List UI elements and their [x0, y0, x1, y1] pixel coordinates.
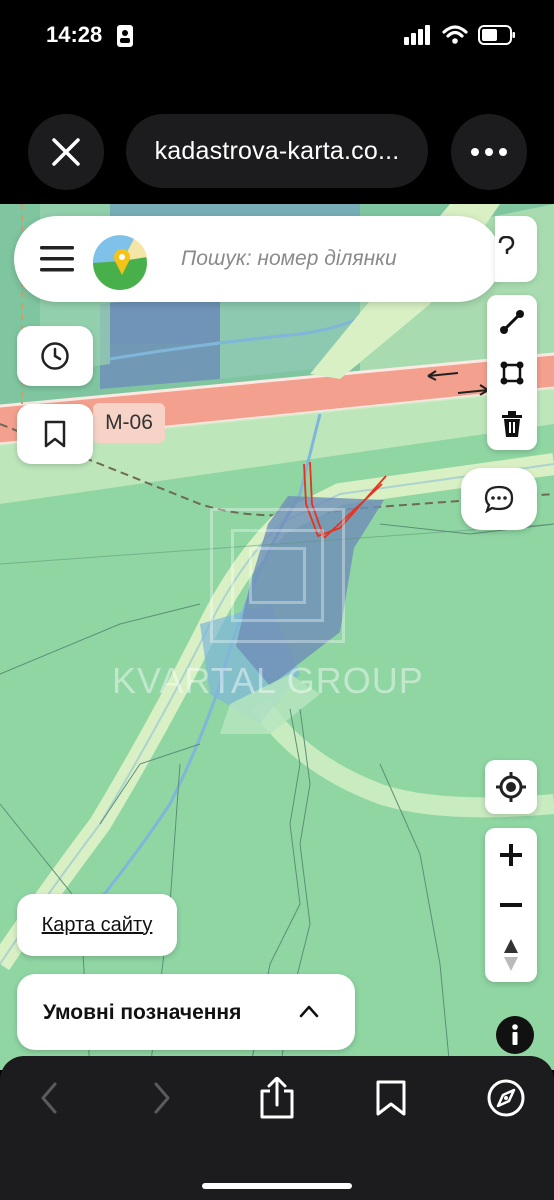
- url-text: kadastrova-karta.co...: [154, 136, 400, 165]
- share-icon: [260, 1077, 294, 1119]
- bookmark-button[interactable]: [17, 404, 93, 464]
- compass-icon: [504, 939, 518, 971]
- bookmarks-button[interactable]: [369, 1076, 413, 1120]
- id-card-icon: [117, 25, 133, 47]
- wifi-icon: [442, 25, 468, 44]
- legend-toggle[interactable]: Умовні позначення: [17, 974, 355, 1050]
- bookmarks-icon: [376, 1080, 406, 1116]
- app-logo-icon: [92, 235, 147, 290]
- url-field[interactable]: kadastrova-karta.co...: [126, 114, 428, 188]
- line-tool-icon: [500, 310, 524, 334]
- zoom-in-button[interactable]: [485, 830, 537, 880]
- status-bar: 14:28: [0, 0, 554, 74]
- legend-label: Умовні позначення: [43, 1001, 242, 1024]
- safari-compass-icon: [487, 1079, 525, 1117]
- clock-icon: [41, 342, 69, 370]
- close-icon: [52, 138, 80, 166]
- delete-tool-button[interactable]: [487, 399, 537, 449]
- more-button[interactable]: [451, 114, 527, 190]
- chat-button[interactable]: [461, 468, 537, 530]
- tabs-compass-button[interactable]: [484, 1076, 528, 1120]
- road-label: М-06: [93, 403, 165, 443]
- zoom-in-icon: [500, 844, 522, 866]
- compass-button[interactable]: [485, 930, 537, 980]
- share-button[interactable]: [255, 1076, 299, 1120]
- zoom-controls: [485, 828, 537, 982]
- polygon-tool-button[interactable]: [487, 348, 537, 398]
- hamburger-icon[interactable]: [40, 246, 74, 272]
- zoom-out-button[interactable]: [485, 880, 537, 930]
- locate-button[interactable]: [485, 760, 537, 814]
- forward-button[interactable]: [140, 1076, 184, 1120]
- polygon-tool-icon: [500, 361, 524, 385]
- zoom-out-icon: [500, 903, 522, 907]
- bookmark-icon: [44, 420, 66, 448]
- line-tool-button[interactable]: [487, 297, 537, 347]
- chat-icon: [484, 485, 514, 513]
- status-time: 14:28: [46, 22, 103, 47]
- battery-icon: [478, 25, 515, 45]
- info-button[interactable]: [496, 1016, 534, 1054]
- signal-icon: [404, 25, 430, 45]
- chevron-up-icon: [299, 1005, 319, 1018]
- locate-icon: [496, 772, 526, 802]
- trash-icon: [502, 411, 522, 437]
- home-indicator: [202, 1183, 352, 1189]
- close-button[interactable]: [28, 114, 104, 190]
- ellipsis-icon: [471, 148, 507, 156]
- search-input[interactable]: Пошук: номер ділянки: [181, 247, 397, 271]
- draw-toolbar: [487, 295, 537, 450]
- road-label-text: М-06: [105, 411, 153, 434]
- watermark-text: KVARTAL GROUP: [112, 660, 424, 701]
- sitemap-label: Карта сайту: [41, 913, 153, 936]
- history-button[interactable]: [17, 326, 93, 386]
- back-button[interactable]: [27, 1076, 71, 1120]
- watermark-logo: [210, 508, 345, 643]
- forward-icon: [154, 1082, 170, 1114]
- sitemap-link[interactable]: Карта сайту: [17, 894, 177, 956]
- help-button[interactable]: [495, 216, 537, 282]
- back-icon: [41, 1082, 57, 1114]
- info-icon: [512, 1024, 518, 1045]
- question-icon: [498, 236, 515, 254]
